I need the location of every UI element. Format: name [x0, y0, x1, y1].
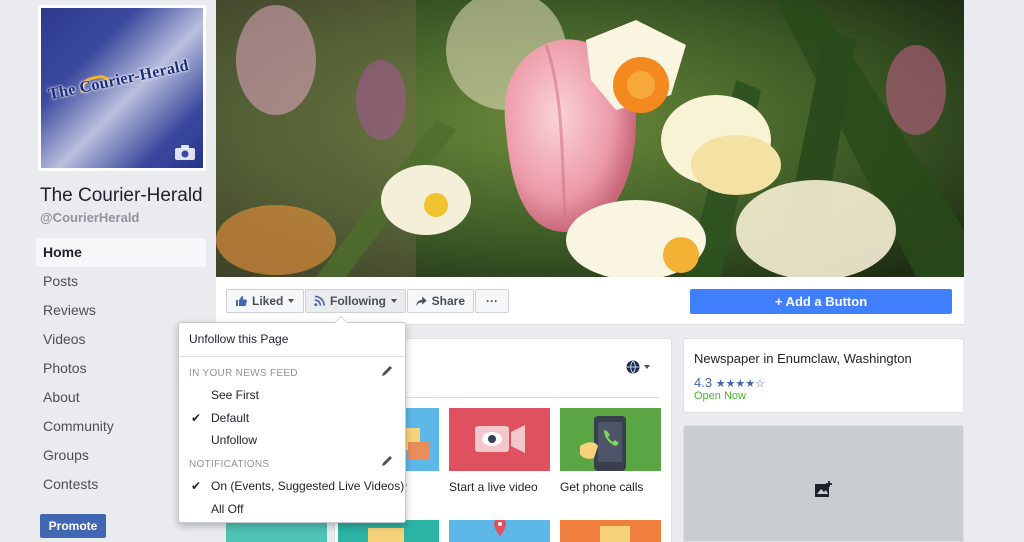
pencil-icon[interactable]: [381, 365, 393, 377]
news-feed-heading: IN YOUR NEWS FEED: [189, 368, 298, 379]
logo-text: The Courier-Herald: [46, 57, 191, 104]
liked-label: Liked: [252, 294, 284, 308]
news-feed-see-first[interactable]: See First: [179, 385, 405, 405]
share-label: Share: [431, 294, 465, 308]
rating-value: 4.3: [694, 375, 713, 390]
pencil-icon[interactable]: [381, 455, 393, 467]
camera-icon[interactable]: [175, 145, 195, 160]
news-feed-default[interactable]: ✔ Default: [179, 408, 405, 428]
add-a-button[interactable]: + Add a Button: [690, 289, 952, 314]
profile-picture[interactable]: The Courier-Herald: [38, 5, 206, 171]
action-bar: Liked Following Share ··· + Add a Button: [216, 277, 964, 325]
cover-flowers-image: [216, 0, 964, 277]
promote-button[interactable]: Promote: [40, 514, 106, 538]
add-photo-icon[interactable]: [815, 481, 833, 497]
following-dropdown-menu: Unfollow this Page IN YOUR NEWS FEED See…: [178, 316, 406, 523]
rss-icon: [314, 295, 325, 307]
nav-item-home[interactable]: Home: [36, 238, 206, 267]
notifications-all-off[interactable]: All Off: [179, 499, 405, 519]
share-arrow-icon: [416, 296, 427, 306]
menu-divider: [179, 356, 405, 357]
page-name[interactable]: The Courier-Herald: [40, 185, 203, 207]
notifications-on[interactable]: ✔ On (Events, Suggested Live Videos): [179, 476, 405, 496]
nav-item-reviews[interactable]: Reviews: [36, 296, 206, 325]
live-video-tile[interactable]: [449, 408, 550, 471]
thumbs-up-icon: [236, 296, 247, 306]
page-category[interactable]: Newspaper in Enumclaw, Washington: [694, 351, 912, 366]
create-tile-4[interactable]: [226, 520, 327, 542]
chevron-down-icon: [391, 299, 397, 303]
checkmark-icon: ✔: [191, 411, 202, 425]
phone-calls-label[interactable]: Get phone calls: [560, 480, 643, 494]
cover-photo[interactable]: [216, 0, 964, 277]
create-tile-5[interactable]: [338, 520, 439, 542]
open-status: Open Now: [694, 390, 746, 402]
following-button[interactable]: Following: [305, 289, 406, 313]
following-label: Following: [330, 294, 386, 308]
liked-button[interactable]: Liked: [226, 289, 304, 313]
page-handle[interactable]: @CourierHerald: [40, 210, 139, 225]
chevron-down-icon: [288, 299, 295, 303]
photo-placeholder[interactable]: [683, 425, 964, 542]
live-video-label[interactable]: Start a live video: [449, 480, 538, 494]
phone-icon: [580, 416, 626, 471]
create-tile-7[interactable]: [560, 520, 661, 542]
unfollow-page-item[interactable]: Unfollow this Page: [179, 329, 405, 349]
phone-calls-tile[interactable]: [560, 408, 661, 471]
more-options-button[interactable]: ···: [475, 289, 509, 313]
rating[interactable]: 4.3 ★★★★☆: [694, 375, 765, 390]
nav-item-posts[interactable]: Posts: [36, 267, 206, 296]
rating-stars: ★★★★☆: [715, 378, 766, 390]
share-button[interactable]: Share: [407, 289, 474, 313]
news-feed-unfollow[interactable]: Unfollow: [179, 430, 405, 450]
checkmark-icon: ✔: [191, 479, 202, 493]
about-card: Newspaper in Enumclaw, Washington 4.3 ★★…: [683, 338, 964, 413]
video-camera-icon: [475, 425, 525, 453]
globe-icon[interactable]: [626, 360, 650, 374]
create-tile-6[interactable]: [449, 518, 550, 542]
more-icon: ···: [486, 294, 498, 308]
notifications-heading: NOTIFICATIONS: [189, 459, 270, 470]
location-pin-icon: [494, 518, 506, 536]
